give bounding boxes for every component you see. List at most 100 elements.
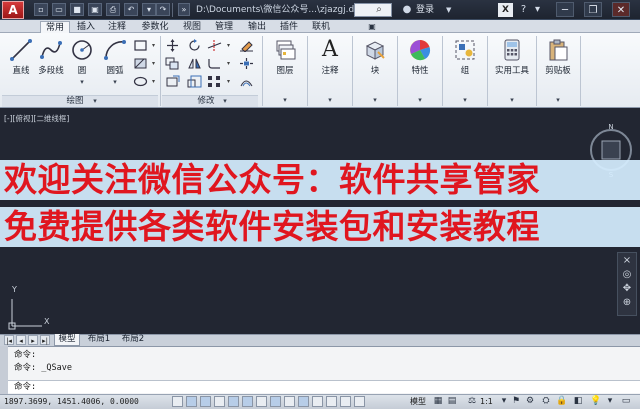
search-icon[interactable]: ⌕ (372, 3, 386, 17)
block-icon[interactable] (363, 38, 387, 62)
print-icon[interactable]: ⎙ (106, 3, 120, 16)
quick-view-layouts-icon[interactable]: ▦ (432, 395, 444, 408)
dynamic-input-toggle[interactable] (298, 396, 309, 407)
navigation-close-icon[interactable]: × (619, 254, 635, 267)
first-layout-icon[interactable]: |◂ (4, 335, 14, 345)
chevron-down-icon[interactable]: ▾ (149, 74, 158, 89)
chevron-down-icon[interactable]: ▾ (369, 96, 381, 104)
infer-constraints-toggle[interactable] (172, 396, 183, 407)
quick-view-drawings-icon[interactable]: ▤ (446, 395, 458, 408)
polar-tracking-toggle[interactable] (228, 396, 239, 407)
workspace-switch-icon[interactable]: ⛭ (540, 395, 552, 408)
chevron-down-icon[interactable]: ▾ (324, 96, 336, 104)
hatch-icon[interactable] (132, 56, 149, 71)
chevron-down-icon[interactable]: ▾ (552, 96, 564, 104)
viewport-controls[interactable]: [-][俯视][二维线框] (4, 114, 69, 124)
quick-access-more-icon[interactable]: » (178, 3, 190, 16)
ellipse-icon[interactable] (132, 74, 149, 89)
chevron-down-icon[interactable]: ▾ (414, 96, 426, 104)
annotation-scale-icon[interactable]: ⚖ (466, 395, 478, 408)
tab-parametric[interactable]: 参数化 (135, 21, 175, 33)
app-menu-button[interactable]: A (2, 1, 24, 19)
tab-layout2[interactable]: 布局2 (118, 334, 148, 346)
chevron-down-icon[interactable]: ▾ (224, 38, 233, 53)
auto-scale-icon[interactable]: ⚙ (524, 395, 536, 408)
mirror-icon[interactable] (186, 56, 203, 71)
next-layout-icon[interactable]: ▸ (28, 335, 38, 345)
selection-cycling-toggle[interactable] (354, 396, 365, 407)
annotation-scale-value[interactable]: 1:1 (480, 396, 493, 407)
annotation-icon[interactable]: A (318, 38, 342, 62)
lineweight-toggle[interactable] (312, 396, 323, 407)
undo-dropdown-icon[interactable]: ▾ (142, 3, 156, 16)
hardware-acceleration-icon[interactable]: ◧ (572, 395, 584, 408)
object-snap-toggle[interactable] (242, 396, 253, 407)
rectangle-icon[interactable] (132, 38, 149, 53)
quick-properties-toggle[interactable] (340, 396, 351, 407)
stretch-icon[interactable] (164, 74, 181, 89)
command-input[interactable] (8, 380, 640, 393)
tab-annotate[interactable]: 注释 (103, 21, 131, 33)
prev-layout-icon[interactable]: ◂ (16, 335, 26, 345)
help-icon[interactable]: ? (516, 3, 531, 17)
chevron-down-icon[interactable]: ▾ (506, 96, 518, 104)
line-icon[interactable] (9, 38, 33, 62)
arc-icon[interactable] (103, 38, 127, 62)
utilities-icon[interactable] (500, 38, 524, 62)
erase-icon[interactable] (238, 38, 255, 53)
command-window-grip[interactable] (0, 346, 8, 394)
tab-insert[interactable]: 插入 (72, 21, 100, 33)
annotation-visibility-icon[interactable]: ⚑ (510, 395, 522, 408)
tab-layout1[interactable]: 布局1 (84, 334, 114, 346)
copy-icon[interactable] (164, 56, 181, 71)
last-layout-icon[interactable]: ▸| (40, 335, 50, 345)
circle-icon[interactable] (70, 38, 94, 62)
chevron-down-icon[interactable]: ▾ (224, 74, 233, 89)
properties-icon[interactable] (408, 38, 432, 62)
rotate-icon[interactable] (186, 38, 203, 53)
chevron-down-icon[interactable]: ▾ (149, 56, 158, 71)
explode-icon[interactable] (238, 56, 255, 71)
user-icon[interactable]: ● (400, 3, 414, 17)
chevron-down-icon[interactable]: ▾ (459, 96, 471, 104)
tab-home[interactable]: 常用 (40, 21, 70, 33)
tab-plugins[interactable]: 插件 (275, 21, 303, 33)
lock-icon[interactable]: 🔒 (556, 395, 568, 408)
array-icon[interactable] (206, 74, 223, 89)
undo-icon[interactable]: ↶ (124, 3, 138, 16)
polyline-icon[interactable] (39, 38, 63, 62)
tab-model[interactable]: 模型 (54, 334, 80, 346)
tab-online[interactable]: 联机 (307, 21, 335, 33)
chevron-down-icon[interactable]: ▾ (90, 97, 100, 105)
maximize-icon[interactable]: ❐ (584, 2, 602, 17)
login-link[interactable]: 登录 (416, 3, 446, 17)
chevron-down-icon[interactable]: ▾ (220, 97, 230, 105)
minimize-icon[interactable]: ─ (556, 2, 574, 17)
save-as-icon[interactable]: ▣ (88, 3, 102, 16)
chevron-down-icon[interactable]: ▾ (279, 96, 291, 104)
3d-object-snap-toggle[interactable] (256, 396, 267, 407)
help-dropdown-icon[interactable]: ▾ (530, 3, 545, 17)
tab-view[interactable]: 视图 (179, 21, 205, 33)
chevron-down-icon[interactable]: ▾ (224, 56, 233, 71)
chevron-down-icon[interactable]: ▾ (498, 395, 510, 408)
tab-output[interactable]: 输出 (243, 21, 271, 33)
grid-display-toggle[interactable] (200, 396, 211, 407)
dynamic-ucs-toggle[interactable] (284, 396, 295, 407)
steering-wheel-icon[interactable]: ◎ (619, 268, 635, 281)
ortho-mode-toggle[interactable] (214, 396, 225, 407)
layers-icon[interactable] (273, 38, 297, 62)
exchange-icon[interactable]: X (498, 3, 513, 17)
offset-icon[interactable] (238, 74, 255, 89)
move-icon[interactable] (164, 38, 181, 53)
new-file-icon[interactable]: ▫ (34, 3, 48, 16)
save-icon[interactable]: ■ (70, 3, 84, 16)
status-bar-menu-icon[interactable]: ▾ (604, 395, 616, 408)
chevron-down-icon[interactable]: ▾ (109, 78, 121, 86)
redo-icon[interactable]: ↷ (156, 3, 170, 16)
isolate-objects-icon[interactable]: 💡 (590, 395, 602, 408)
chevron-down-icon[interactable]: ▾ (76, 78, 88, 86)
model-space-button[interactable]: 模型 (410, 396, 426, 407)
snap-mode-toggle[interactable] (186, 396, 197, 407)
close-icon[interactable]: ✕ (612, 2, 630, 17)
